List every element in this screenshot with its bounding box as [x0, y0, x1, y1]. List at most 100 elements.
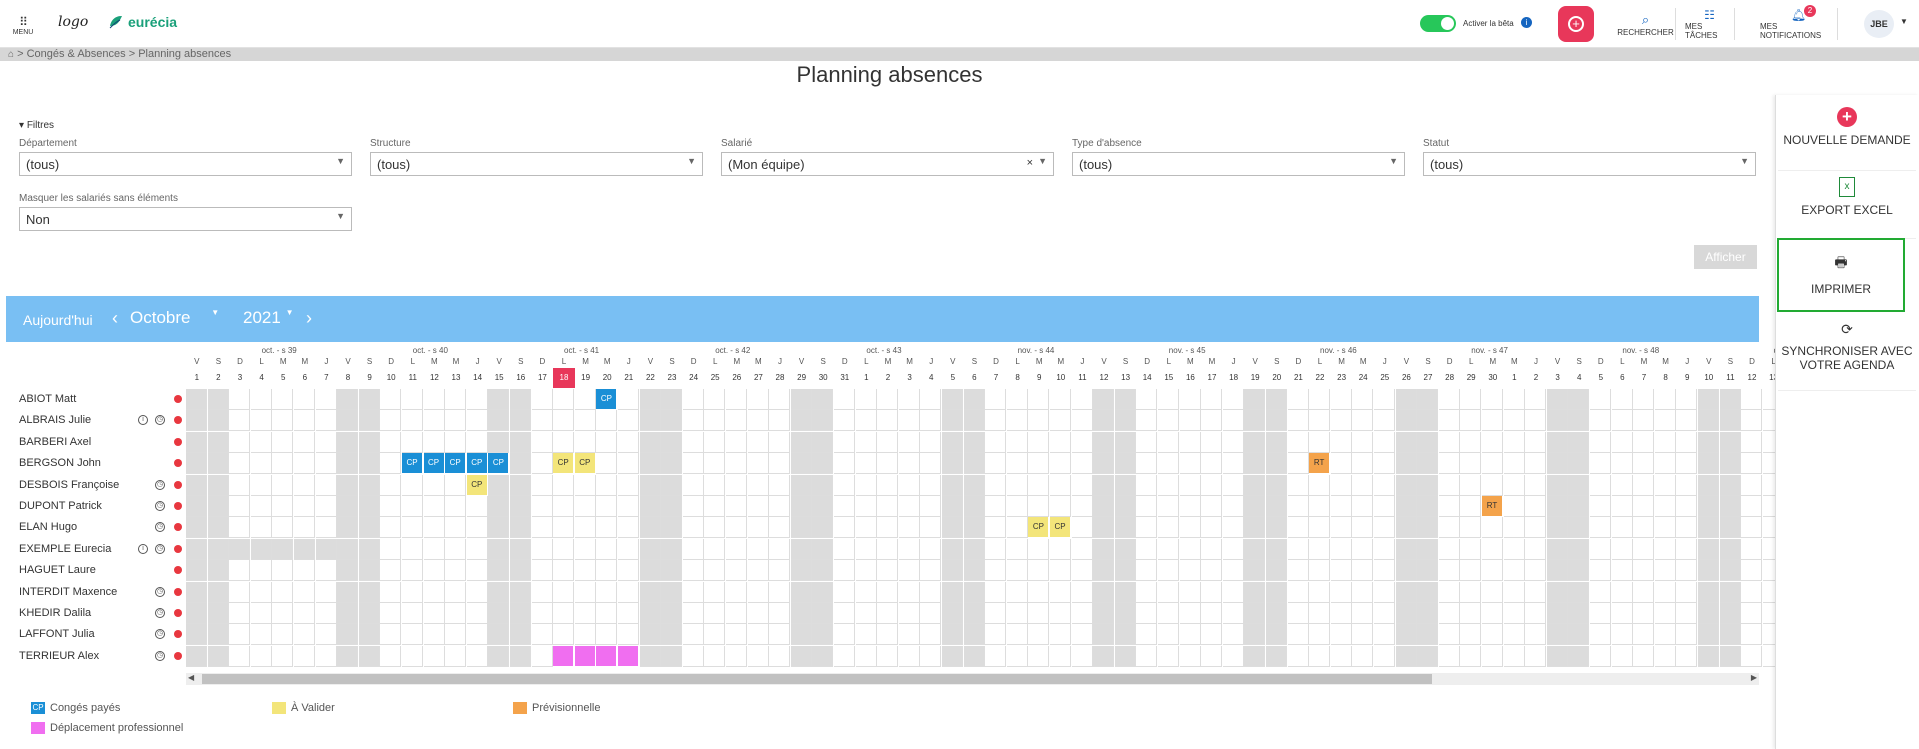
day-cell[interactable]	[445, 581, 467, 603]
absence-cell[interactable]: CP	[553, 453, 575, 475]
day-cell[interactable]	[747, 474, 769, 496]
day-cell[interactable]	[1136, 474, 1158, 496]
day-cell[interactable]	[747, 581, 769, 603]
day-cell[interactable]	[358, 645, 380, 667]
day-cell[interactable]	[1698, 603, 1719, 624]
day-cell[interactable]	[898, 496, 920, 517]
day-cell[interactable]	[1482, 389, 1503, 410]
day-cell[interactable]	[1417, 431, 1439, 453]
day-cell[interactable]	[661, 517, 683, 539]
day-cell[interactable]	[1438, 389, 1460, 410]
day-cell[interactable]	[1503, 538, 1525, 560]
day-cell[interactable]	[1676, 581, 1698, 603]
day-cell[interactable]	[1071, 603, 1093, 624]
day-cell[interactable]	[1330, 389, 1352, 410]
day-cell[interactable]	[898, 453, 920, 475]
day-cell[interactable]	[1093, 496, 1115, 517]
day-cell[interactable]	[1266, 603, 1287, 624]
day-cell[interactable]	[1071, 517, 1093, 539]
filter-select[interactable]: (tous) ▼	[1423, 152, 1756, 176]
day-cell[interactable]	[1093, 453, 1115, 475]
day-cell[interactable]	[942, 603, 963, 624]
day-cell[interactable]	[510, 538, 531, 560]
day-cell[interactable]	[1654, 474, 1676, 496]
day-cell[interactable]	[1417, 474, 1439, 496]
day-cell[interactable]	[747, 560, 769, 582]
day-cell[interactable]	[661, 603, 683, 624]
day-cell[interactable]	[834, 496, 855, 517]
new-request-button[interactable]: + NOUVELLE DEMANDE	[1778, 107, 1916, 171]
day-cell[interactable]	[445, 431, 467, 453]
day-cell[interactable]	[790, 581, 812, 603]
day-cell[interactable]	[250, 581, 272, 603]
day-cell[interactable]	[1028, 560, 1050, 582]
day-cell[interactable]	[1590, 603, 1611, 624]
day-cell[interactable]	[1546, 517, 1568, 539]
day-cell[interactable]	[1719, 410, 1741, 432]
day-cell[interactable]	[920, 645, 942, 667]
day-cell[interactable]	[1503, 603, 1525, 624]
day-cell[interactable]	[790, 624, 812, 646]
day-cell[interactable]	[1309, 538, 1331, 560]
day-cell[interactable]	[1287, 645, 1309, 667]
day-cell[interactable]	[726, 410, 747, 432]
day-cell[interactable]	[1633, 453, 1655, 475]
day-cell[interactable]	[1741, 645, 1763, 667]
day-cell[interactable]	[402, 496, 423, 517]
day-cell[interactable]	[574, 603, 596, 624]
day-cell[interactable]	[1136, 560, 1158, 582]
day-cell[interactable]	[618, 453, 639, 475]
day-cell[interactable]	[963, 389, 985, 410]
day-cell[interactable]	[639, 474, 661, 496]
day-cell[interactable]	[747, 538, 769, 560]
day-cell[interactable]	[1633, 496, 1655, 517]
day-cell[interactable]	[1482, 624, 1503, 646]
day-cell[interactable]	[1590, 581, 1611, 603]
day-cell[interactable]	[855, 581, 877, 603]
day-cell[interactable]	[1114, 474, 1136, 496]
day-cell[interactable]	[423, 603, 445, 624]
day-cell[interactable]	[963, 431, 985, 453]
day-cell[interactable]	[358, 517, 380, 539]
day-cell[interactable]	[488, 517, 510, 539]
day-cell[interactable]	[639, 624, 661, 646]
user-avatar[interactable]: JBE	[1864, 10, 1894, 38]
day-cell[interactable]	[726, 645, 747, 667]
day-cell[interactable]	[1460, 496, 1482, 517]
day-cell[interactable]	[1028, 645, 1050, 667]
day-cell[interactable]	[1093, 645, 1115, 667]
day-cell[interactable]	[942, 581, 963, 603]
day-cell[interactable]	[661, 410, 683, 432]
day-cell[interactable]	[618, 496, 639, 517]
day-cell[interactable]	[834, 474, 855, 496]
day-cell[interactable]	[1158, 410, 1179, 432]
day-cell[interactable]	[1611, 474, 1633, 496]
day-cell[interactable]	[1222, 410, 1244, 432]
day-cell[interactable]	[1741, 603, 1763, 624]
day-cell[interactable]	[985, 496, 1007, 517]
day-cell[interactable]	[1201, 410, 1223, 432]
day-cell[interactable]	[207, 496, 229, 517]
day-cell[interactable]	[1719, 474, 1741, 496]
day-cell[interactable]	[1525, 645, 1547, 667]
day-cell[interactable]	[1438, 538, 1460, 560]
day-cell[interactable]	[272, 431, 294, 453]
day-cell[interactable]	[942, 538, 963, 560]
day-cell[interactable]	[1006, 624, 1028, 646]
employee-name[interactable]: BARBERI Axel	[19, 436, 91, 448]
day-cell[interactable]	[380, 496, 402, 517]
employee-name[interactable]: BERGSON John	[19, 457, 101, 469]
day-cell[interactable]	[1222, 560, 1244, 582]
day-cell[interactable]	[812, 603, 834, 624]
clock-icon[interactable]: ◷	[155, 501, 165, 511]
day-cell[interactable]	[1719, 603, 1741, 624]
day-cell[interactable]	[1568, 431, 1590, 453]
day-cell[interactable]	[1050, 645, 1071, 667]
day-cell[interactable]	[1136, 453, 1158, 475]
day-cell[interactable]	[877, 453, 899, 475]
day-cell[interactable]	[1546, 431, 1568, 453]
day-cell[interactable]	[985, 474, 1007, 496]
day-cell[interactable]	[1179, 581, 1201, 603]
print-button[interactable]: 🖶︎ IMPRIMER	[1777, 238, 1905, 312]
day-cell[interactable]	[920, 538, 942, 560]
